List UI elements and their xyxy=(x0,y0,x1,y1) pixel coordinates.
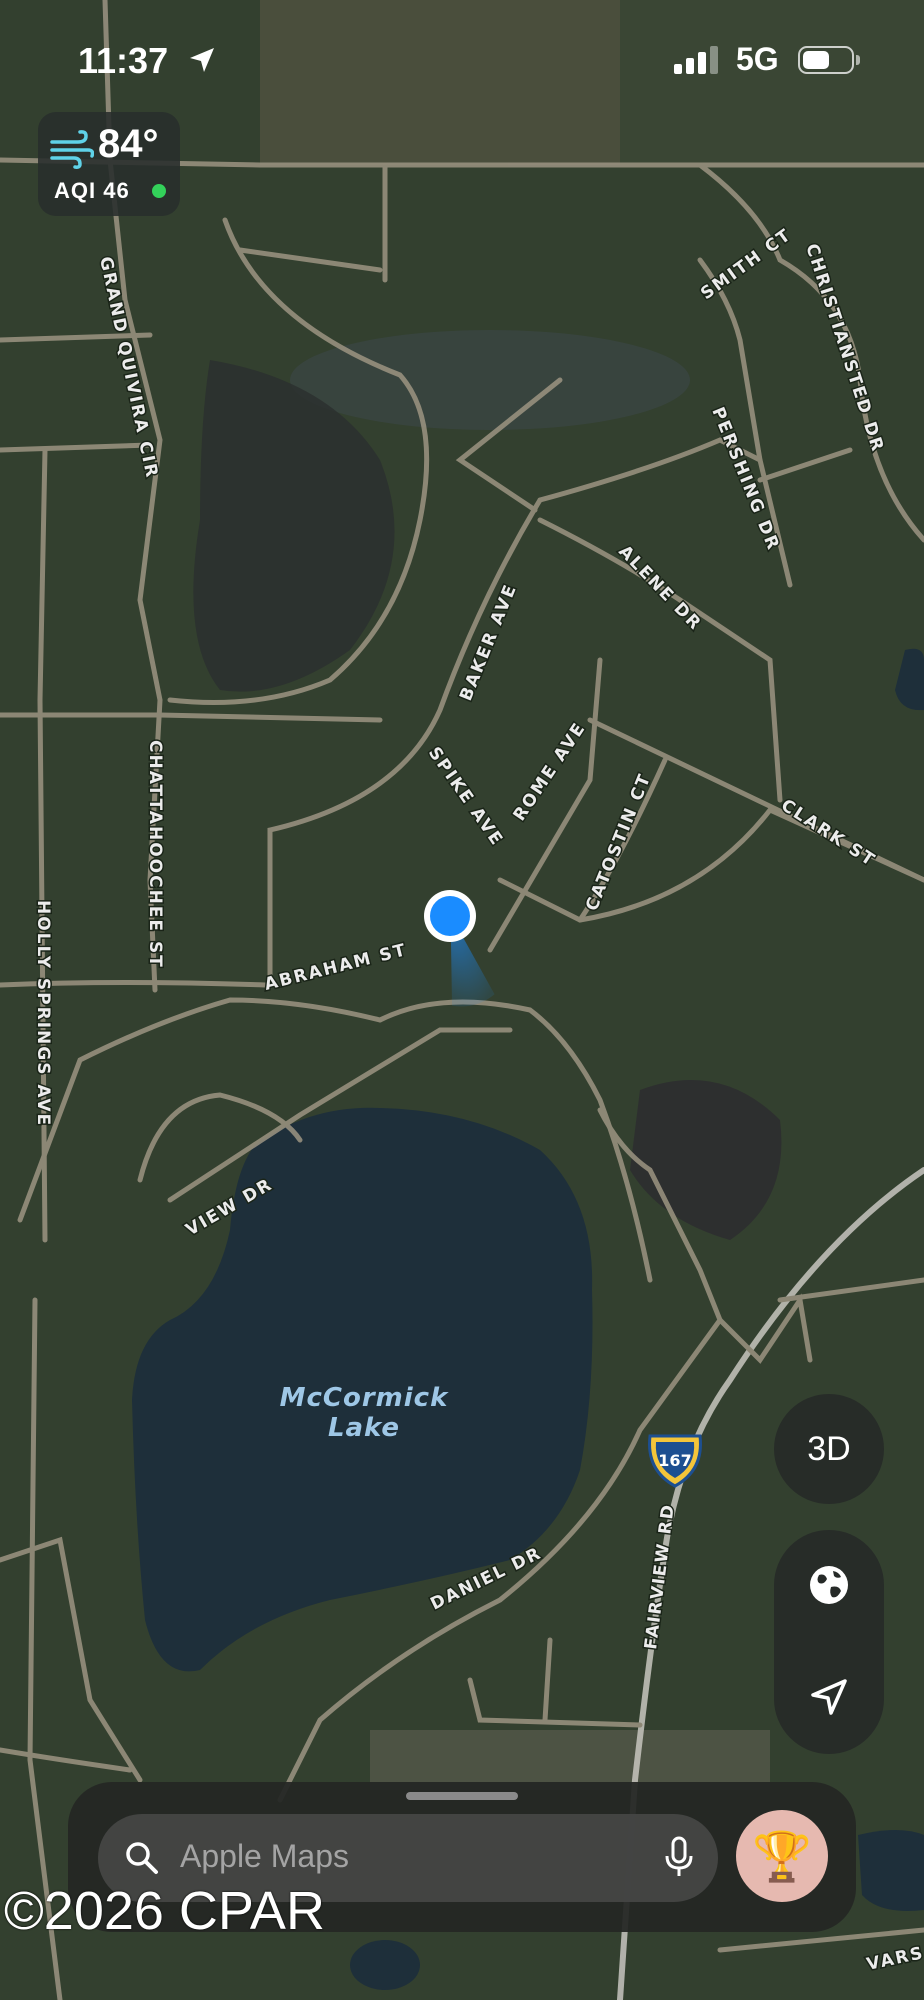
sheet-grabber[interactable] xyxy=(406,1792,518,1800)
cleared-strip xyxy=(370,1730,770,1790)
road-label-chattahoochee: CHATTAHOOCHEE ST xyxy=(145,740,165,969)
network-type: 5G xyxy=(736,41,779,77)
lake-label-line1: McCormick xyxy=(280,1383,449,1413)
battery-nub xyxy=(856,55,860,65)
battery-icon xyxy=(798,46,854,74)
aqi-status-dot xyxy=(152,184,166,198)
location-arrow-icon xyxy=(811,1679,847,1715)
map-controls-group xyxy=(774,1530,884,1754)
road-label-holly-springs: HOLLY SPRINGS AVE xyxy=(33,900,53,1127)
search-icon xyxy=(126,1842,158,1874)
3d-button[interactable]: 3D xyxy=(774,1394,884,1504)
cellular-signal-icon xyxy=(674,46,718,74)
aqi-value: AQI 46 xyxy=(54,178,130,203)
temperature: 84° xyxy=(98,122,159,166)
lake-label-line2: Lake xyxy=(328,1413,400,1443)
route-shield-number: 167 xyxy=(658,1451,691,1470)
trophy-icon: 🏆 xyxy=(752,1830,812,1884)
status-time: 11:37 xyxy=(78,40,169,81)
status-bar: 11:37 5G xyxy=(0,0,924,120)
profile-avatar-button[interactable]: 🏆 xyxy=(736,1810,828,1902)
copyright-watermark: ©2026 CPAR xyxy=(4,1881,325,1941)
wetland xyxy=(290,330,690,430)
wind-icon xyxy=(50,130,94,169)
small-lake-south xyxy=(350,1940,420,1990)
location-services-icon xyxy=(190,48,214,72)
search-input[interactable]: Apple Maps xyxy=(180,1838,349,1875)
current-location-button[interactable] xyxy=(774,1642,884,1752)
microphone-icon[interactable] xyxy=(664,1836,694,1878)
globe-icon xyxy=(810,1566,848,1604)
map-mode-button[interactable] xyxy=(774,1530,884,1640)
weather-widget[interactable]: 84° AQI 46 xyxy=(38,112,180,216)
small-lake-east xyxy=(858,1830,924,1911)
